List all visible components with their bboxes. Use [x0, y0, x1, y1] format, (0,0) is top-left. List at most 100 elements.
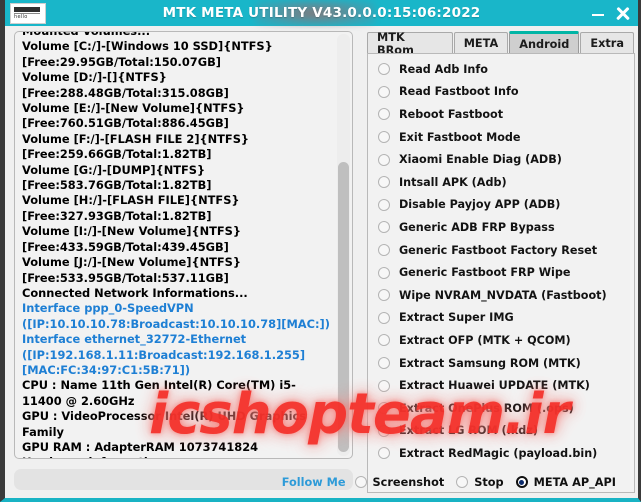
option-row[interactable]: Extract LG ROM (.kdz) — [368, 420, 634, 443]
option-row[interactable]: Disable Payjoy APP (ADB) — [368, 194, 634, 217]
bottom-option-group: Screenshot Stop META AP_API — [354, 475, 628, 489]
radio-button-icon[interactable] — [378, 334, 390, 347]
log-line: GPU RAM : AdapterRAM 1073741824 — [22, 439, 259, 454]
option-label: Extract Samsung ROM (MTK) — [399, 356, 581, 370]
log-line: Volume [H:/]-[FLASH FILE]{NTFS} [Free:32… — [22, 193, 240, 223]
log-line: Mounted Volumes... — [22, 31, 151, 38]
main-area: Mounted Volumes... Volume [C:/]-[Windows … — [5, 26, 638, 498]
option-row[interactable]: Intsall APK (Adb) — [368, 171, 634, 194]
log-line: Volume [G:/]-[DUMP]{NTFS} [Free:583.76GB… — [22, 162, 212, 193]
bottom-option-stop[interactable]: Stop — [456, 475, 504, 489]
radio-button-icon[interactable] — [378, 85, 390, 98]
option-label: Wipe NVRAM_NVDATA (Fastboot) — [399, 288, 607, 302]
log-line: Volume [D:/]-[]{NTFS} [Free:288.48GB/Tot… — [22, 70, 229, 100]
option-label: Extract OFP (MTK + QCOM) — [399, 333, 571, 347]
log-line: Volume [E:/]-[New Volume]{NTFS} [Free:76… — [22, 101, 245, 131]
log-line: GPU : VideoProcessor Intel(R) UHD Graphi… — [22, 409, 307, 439]
log-output-panel[interactable]: Mounted Volumes... Volume [C:/]-[Windows … — [14, 31, 353, 459]
tab-label: Android — [519, 37, 570, 51]
radio-button-icon[interactable] — [378, 402, 390, 415]
option-row[interactable]: Generic Fastboot Factory Reset — [368, 239, 634, 262]
tab-label: Extra — [590, 37, 624, 50]
log-line: Interface ethernet_32772-Ethernet ([IP:1… — [22, 332, 306, 377]
log-scrollbar[interactable] — [337, 34, 350, 456]
tab-extra[interactable]: Extra — [580, 32, 634, 54]
option-label: Generic Fastboot FRP Wipe — [399, 266, 571, 280]
option-row[interactable]: Extract Samsung ROM (MTK) — [368, 352, 634, 375]
radio-button-icon[interactable] — [378, 447, 390, 460]
close-icon[interactable] — [615, 6, 630, 21]
tab-label: META — [463, 37, 499, 50]
option-label: Extract Huawei UPDATE (MTK) — [399, 379, 590, 393]
tab-mtk-brom[interactable]: MTK BRom — [367, 31, 453, 57]
radio-button-icon[interactable] — [378, 244, 390, 257]
option-row[interactable]: Reboot Fastboot — [368, 103, 634, 126]
log-line: CPU : Name 11th Gen Intel(R) Core(TM) i5… — [22, 378, 296, 408]
option-label: Xiaomi Enable Diag (ADB) — [399, 153, 562, 167]
radio-button-icon[interactable] — [378, 131, 390, 144]
option-label: Reboot Fastboot — [399, 107, 504, 121]
bottom-option-screenshot[interactable]: Screenshot — [354, 475, 445, 489]
radio-button-icon[interactable] — [378, 289, 390, 302]
option-label: Read Adb Info — [399, 62, 488, 76]
tab-strip: MTK BRom META Android Extra — [367, 31, 635, 57]
radio-button-icon[interactable] — [378, 153, 390, 166]
option-label: Intsall APK (Adb) — [399, 175, 507, 189]
bottom-option-label: Stop — [474, 475, 504, 489]
radio-button-icon[interactable] — [378, 221, 390, 234]
option-row[interactable]: Wipe NVRAM_NVDATA (Fastboot) — [368, 284, 634, 307]
option-row[interactable]: Exit Fastboot Mode — [368, 126, 634, 149]
bottom-option-label: Screenshot — [372, 475, 445, 489]
minimize-icon[interactable] — [592, 14, 604, 16]
option-row[interactable]: Read Adb Info — [368, 58, 634, 81]
radio-button-icon[interactable] — [378, 357, 390, 370]
log-line: Hardware information... — [22, 455, 335, 458]
bottom-bar: Follow Me Screenshot Stop META AP_API — [5, 470, 638, 494]
log-line: Volume [I:/]-[New Volume]{NTFS} [Free:43… — [22, 224, 241, 254]
log-line: Interface ppp_0-SpeedVPN ([IP:10.10.10.7… — [22, 301, 330, 331]
window-controls — [592, 0, 630, 26]
log-line: Volume [C:/]-[Windows 10 SSD]{NTFS} [Fre… — [22, 39, 273, 69]
option-label: Exit Fastboot Mode — [399, 130, 521, 144]
radio-button-icon[interactable] — [354, 476, 367, 488]
option-row[interactable]: Generic Fastboot FRP Wipe — [368, 261, 634, 284]
radio-button-icon[interactable] — [378, 108, 390, 121]
radio-button-icon[interactable] — [456, 476, 469, 488]
log-scrollbar-thumb[interactable] — [338, 162, 349, 452]
radio-button-icon[interactable] — [378, 424, 390, 437]
log-line: Connected Network Informations... — [22, 285, 248, 300]
option-row[interactable]: Extract Huawei UPDATE (MTK) — [368, 374, 634, 397]
bottom-option-label: META AP_API — [533, 475, 616, 489]
radio-button-icon[interactable] — [378, 266, 390, 279]
radio-button-icon[interactable] — [378, 379, 390, 392]
bottom-option-meta-ap-api[interactable]: META AP_API — [515, 475, 616, 489]
follow-me-link[interactable]: Follow Me — [282, 476, 346, 489]
option-label: Generic ADB FRP Bypass — [399, 220, 555, 234]
option-row[interactable]: Extract Super IMG — [368, 307, 634, 330]
radio-button-icon[interactable] — [378, 63, 390, 76]
radio-button-icon[interactable] — [378, 311, 390, 324]
log-line: Volume [F:/]-[FLASH FILE 2]{NTFS} [Free:… — [22, 131, 250, 162]
option-label: Extract LG ROM (.kdz) — [399, 424, 538, 438]
option-label: Extract OnePlus ROM (.ops) — [399, 401, 574, 415]
operation-option-list[interactable]: Read Adb Info Read Fastboot Info Reboot Fa… — [367, 53, 635, 493]
application-window: hello MTK META UTILITY V43.0.0.0:15:06:2… — [0, 0, 641, 502]
option-label: Read Fastboot Info — [399, 85, 519, 99]
option-row[interactable]: Extract OFP (MTK + QCOM) — [368, 329, 634, 352]
option-label: Extract RedMagic (payload.bin) — [399, 446, 598, 460]
option-row[interactable]: Generic ADB FRP Bypass — [368, 216, 634, 239]
option-row[interactable]: Extract RedMagic (payload.bin) — [368, 442, 634, 465]
window-title: MTK META UTILITY V43.0.0.0:15:06:2022 — [162, 5, 481, 21]
title-bar: hello MTK META UTILITY V43.0.0.0:15:06:2… — [5, 0, 638, 26]
radio-button-icon[interactable] — [515, 476, 528, 488]
radio-button-icon[interactable] — [378, 176, 390, 189]
tab-android[interactable]: Android — [509, 31, 580, 54]
radio-button-icon[interactable] — [378, 198, 390, 211]
option-label: Extract Super IMG — [399, 311, 514, 325]
option-row[interactable]: Xiaomi Enable Diag (ADB) — [368, 148, 634, 171]
option-row[interactable]: Extract OnePlus ROM (.ops) — [368, 397, 634, 420]
option-label: Disable Payjoy APP (ADB) — [399, 198, 561, 212]
option-row[interactable]: Read Fastboot Info — [368, 81, 634, 104]
tab-meta[interactable]: META — [453, 32, 509, 54]
log-text: Mounted Volumes... Volume [C:/]-[Windows … — [22, 31, 335, 458]
